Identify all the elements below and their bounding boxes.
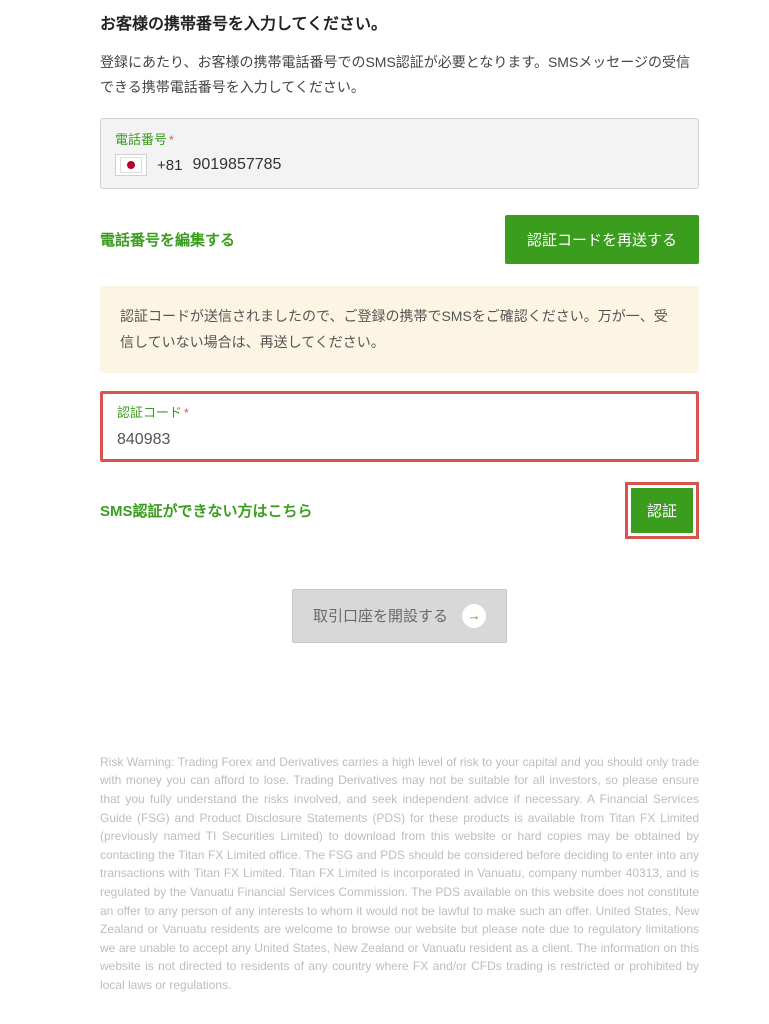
verify-button[interactable]: 認証 bbox=[631, 488, 693, 533]
code-label: 認証コード bbox=[117, 405, 182, 420]
country-code-text: +81 bbox=[157, 157, 182, 174]
japan-flag-icon bbox=[120, 157, 142, 173]
verification-code-input[interactable] bbox=[117, 431, 682, 449]
arrow-right-icon bbox=[462, 604, 486, 628]
phone-number-value: 9019857785 bbox=[192, 156, 281, 174]
verify-button-highlight: 認証 bbox=[625, 482, 699, 539]
edit-phone-link[interactable]: 電話番号を編集する bbox=[100, 229, 235, 250]
phone-field-box: 電話番号* +81 9019857785 bbox=[100, 118, 699, 189]
open-account-label: 取引口座を開設する bbox=[313, 605, 448, 626]
page-title: お客様の携帯番号を入力してください。 bbox=[100, 10, 699, 34]
phone-label: 電話番号 bbox=[115, 132, 167, 147]
risk-warning-text: Risk Warning: Trading Forex and Derivati… bbox=[100, 753, 699, 995]
code-required-mark: * bbox=[184, 406, 189, 420]
sms-sent-alert: 認証コードが送信されましたので、ご登録の携帯でSMSをご確認ください。万が一、受… bbox=[100, 286, 699, 372]
resend-code-button[interactable]: 認証コードを再送する bbox=[505, 215, 699, 264]
country-code-selector[interactable] bbox=[115, 154, 147, 176]
phone-required-mark: * bbox=[169, 133, 174, 147]
page-description: 登録にあたり、お客様の携帯電話番号でのSMS認証が必要となります。SMSメッセー… bbox=[100, 50, 699, 100]
open-account-button[interactable]: 取引口座を開設する bbox=[292, 589, 507, 643]
sms-alternative-link[interactable]: SMS認証ができない方はこちら bbox=[100, 500, 313, 521]
verification-code-box: 認証コード* bbox=[100, 391, 699, 462]
